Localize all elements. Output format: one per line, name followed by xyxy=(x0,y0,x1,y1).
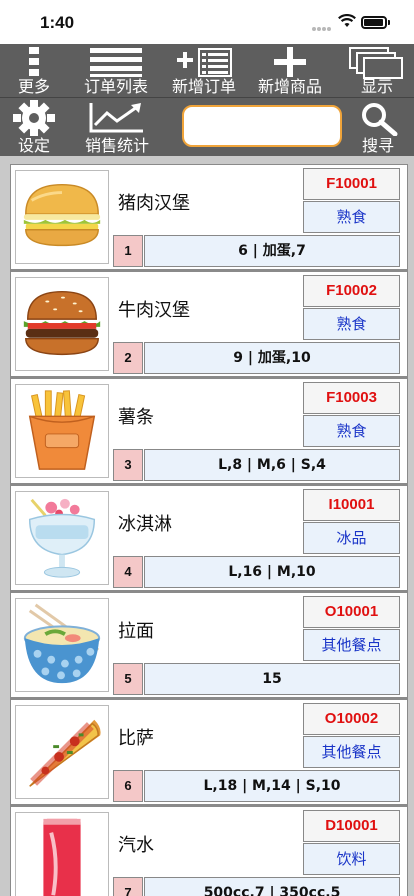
product-category[interactable]: 饮料 xyxy=(303,843,400,875)
product-spec[interactable]: L,18 | M,14 | S,10 xyxy=(144,770,400,802)
sales-stats-button[interactable]: 销售统计 xyxy=(80,98,154,156)
display-button[interactable]: 显示 xyxy=(346,44,408,97)
product-row[interactable]: 薯条 F10003 熟食 3 L,8 | M,6 | S,4 xyxy=(10,378,408,485)
search-input[interactable] xyxy=(184,107,340,145)
settings-label: 设定 xyxy=(17,136,50,155)
product-name: 拉面 xyxy=(118,621,154,642)
add-order-icon xyxy=(177,48,232,77)
product-row[interactable]: 牛肉汉堡 F10002 熟食 2 9 | 加蛋,10 xyxy=(10,271,408,378)
add-product-button[interactable]: 新增商品 xyxy=(252,44,328,97)
product-index: 3 xyxy=(113,449,143,481)
secondary-toolbar: 设定 销售统计 搜寻 xyxy=(0,98,414,156)
settings-button[interactable]: 设定 xyxy=(4,98,64,156)
product-row[interactable]: 拉面 O10001 其他餐点 5 15 xyxy=(10,592,408,699)
soda-image xyxy=(15,812,109,896)
product-category[interactable]: 熟食 xyxy=(303,308,400,340)
product-spec[interactable]: 6 | 加蛋,7 xyxy=(144,235,400,267)
display-label: 显示 xyxy=(360,77,393,96)
product-spec[interactable]: 15 xyxy=(144,663,400,695)
product-index: 4 xyxy=(113,556,143,588)
wifi-icon xyxy=(338,14,356,27)
product-code[interactable]: F10003 xyxy=(303,382,400,414)
product-index: 7 xyxy=(113,877,143,896)
add-order-label: 新增订单 xyxy=(171,77,236,96)
search-label: 搜寻 xyxy=(361,136,394,155)
product-code[interactable]: F10001 xyxy=(303,168,400,200)
product-row[interactable]: 汽水 D10001 饮料 7 500cc,7 | 350cc,5 xyxy=(10,806,408,896)
product-index: 6 xyxy=(113,770,143,802)
list-icon xyxy=(90,48,142,77)
order-list-label: 订单列表 xyxy=(83,77,148,96)
status-bar: 1:40 xyxy=(0,0,414,44)
main-toolbar: 更多 订单列表 新增订单 新增商品 显示 xyxy=(0,44,414,98)
add-product-label: 新增商品 xyxy=(257,77,322,96)
hamburger-plain-image xyxy=(15,170,109,264)
product-code[interactable]: I10001 xyxy=(303,489,400,521)
more-label: 更多 xyxy=(17,77,50,96)
product-category[interactable]: 其他餐点 xyxy=(303,629,400,661)
hamburger-beef-image xyxy=(15,277,109,371)
gear-icon xyxy=(13,100,55,136)
fries-image xyxy=(15,384,109,478)
product-spec[interactable]: L,16 | M,10 xyxy=(144,556,400,588)
product-row[interactable]: 比萨 O10002 其他餐点 6 L,18 | M,14 | S,10 xyxy=(10,699,408,806)
product-name: 比萨 xyxy=(118,728,154,749)
battery-icon xyxy=(361,16,387,29)
search-button[interactable]: 搜寻 xyxy=(350,98,406,156)
search-icon xyxy=(362,103,398,136)
product-name: 薯条 xyxy=(118,407,154,428)
product-name: 冰淇淋 xyxy=(118,514,172,535)
windows-icon xyxy=(349,47,403,79)
product-category[interactable]: 其他餐点 xyxy=(303,736,400,768)
chart-icon xyxy=(89,103,143,133)
product-name: 汽水 xyxy=(118,835,154,856)
product-list[interactable]: 猪肉汉堡 F10001 熟食 1 6 | 加蛋,7 牛肉汉堡 F10002 熟食… xyxy=(0,156,414,896)
product-index: 1 xyxy=(113,235,143,267)
signal-icon xyxy=(312,16,334,31)
product-category[interactable]: 冰品 xyxy=(303,522,400,554)
product-index: 2 xyxy=(113,342,143,374)
product-index: 5 xyxy=(113,663,143,695)
product-name: 猪肉汉堡 xyxy=(118,193,190,214)
product-category[interactable]: 熟食 xyxy=(303,201,400,233)
ramen-image xyxy=(15,598,109,692)
more-icon xyxy=(29,47,39,76)
plus-icon xyxy=(274,47,306,77)
more-button[interactable]: 更多 xyxy=(6,44,62,97)
product-row[interactable]: 冰淇淋 I10001 冰品 4 L,16 | M,10 xyxy=(10,485,408,592)
product-name: 牛肉汉堡 xyxy=(118,300,190,321)
product-code[interactable]: D10001 xyxy=(303,810,400,842)
product-code[interactable]: F10002 xyxy=(303,275,400,307)
order-list-button[interactable]: 订单列表 xyxy=(78,44,154,97)
product-code[interactable]: O10001 xyxy=(303,596,400,628)
search-box[interactable] xyxy=(182,105,342,147)
product-spec[interactable]: 9 | 加蛋,10 xyxy=(144,342,400,374)
pizza-image xyxy=(15,705,109,799)
product-category[interactable]: 熟食 xyxy=(303,415,400,447)
add-order-button[interactable]: 新增订单 xyxy=(166,44,242,97)
sales-stats-label: 销售统计 xyxy=(84,136,149,155)
status-time: 1:40 xyxy=(40,13,75,32)
product-code[interactable]: O10002 xyxy=(303,703,400,735)
product-spec[interactable]: L,8 | M,6 | S,4 xyxy=(144,449,400,481)
product-row[interactable]: 猪肉汉堡 F10001 熟食 1 6 | 加蛋,7 xyxy=(10,164,408,271)
product-spec[interactable]: 500cc,7 | 350cc,5 xyxy=(144,877,400,896)
ice-cream-image xyxy=(15,491,109,585)
